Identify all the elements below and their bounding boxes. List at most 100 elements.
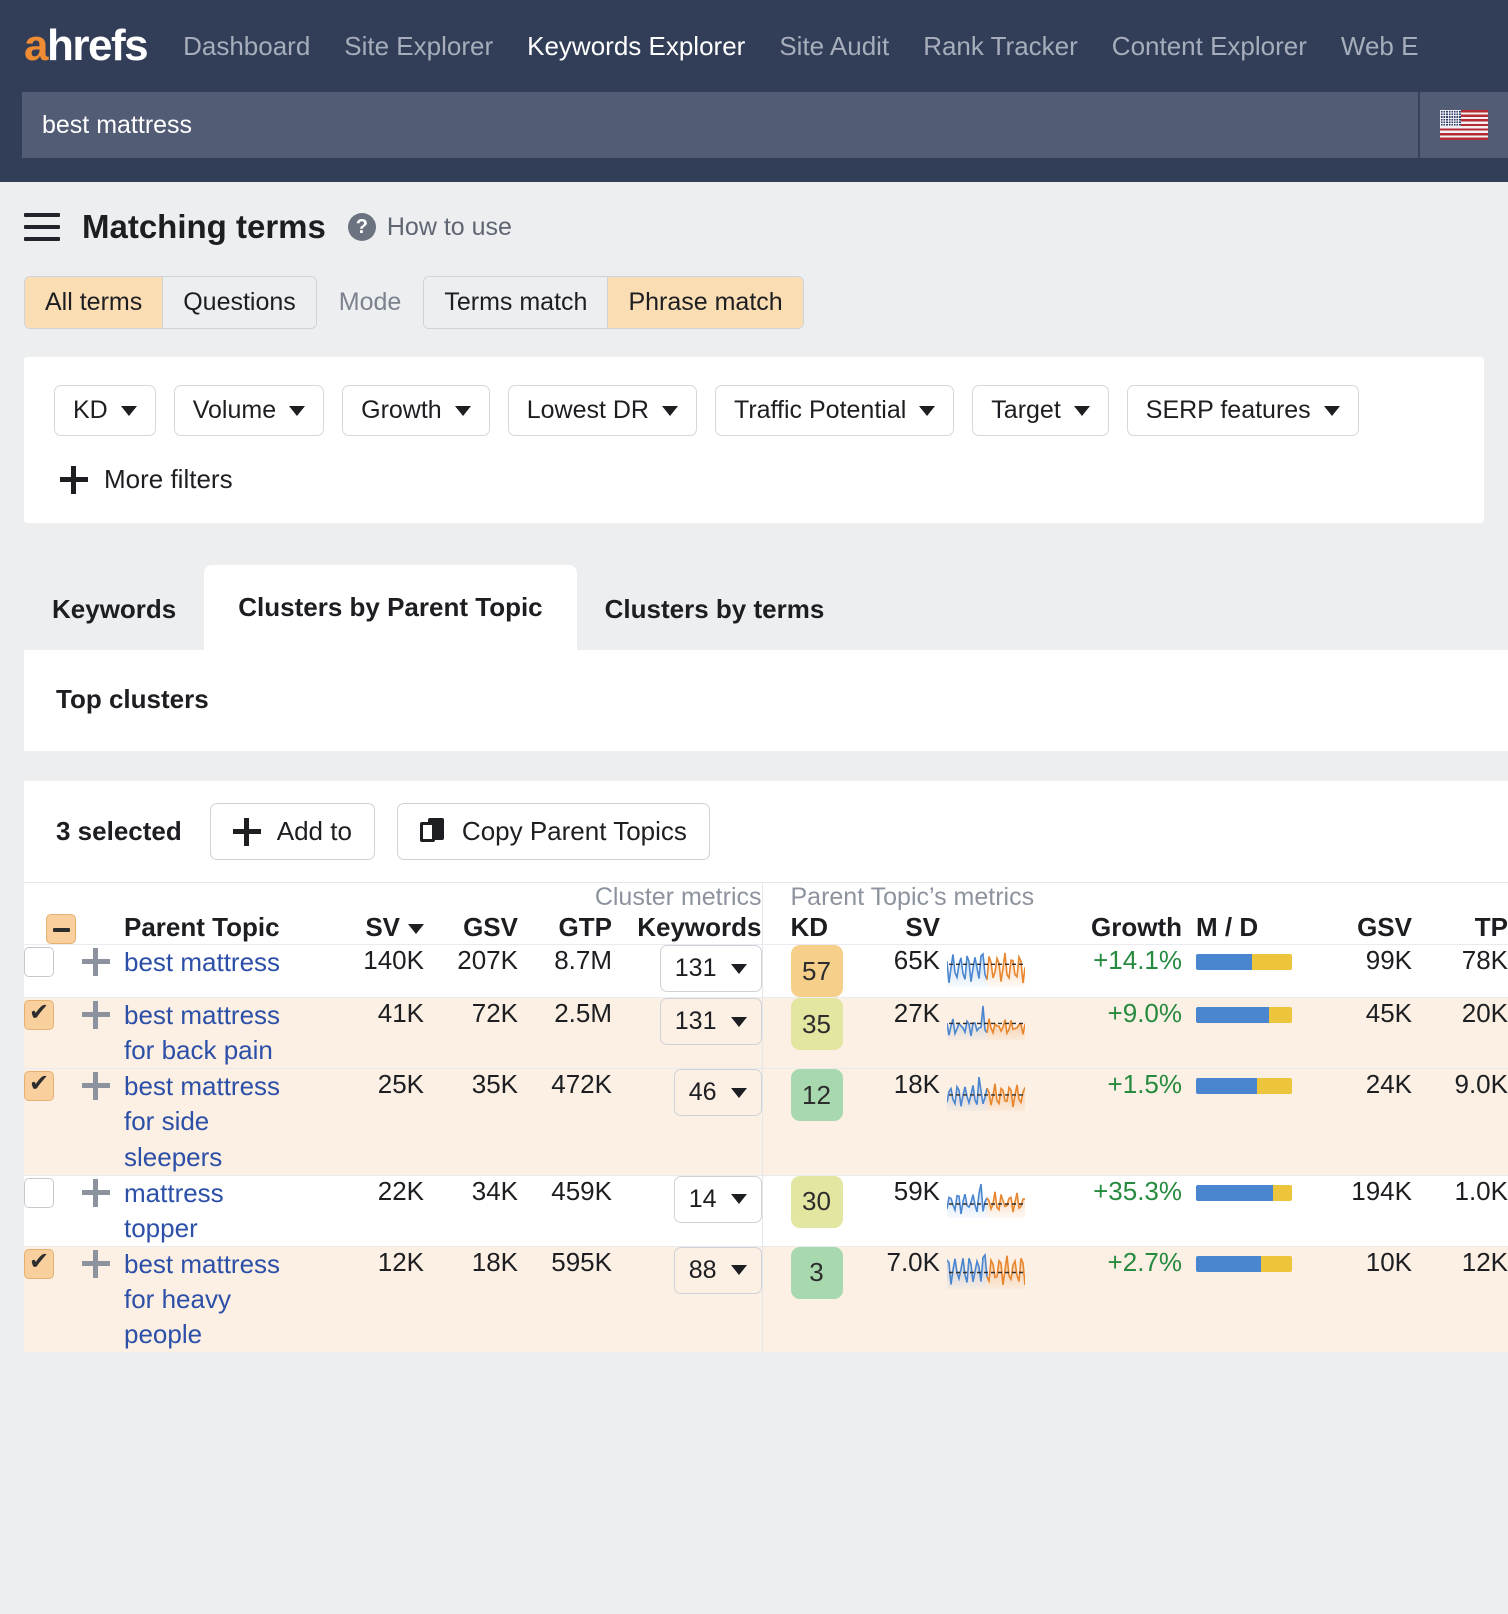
segment-phrase-match[interactable]: Phrase match [608, 277, 802, 328]
sparkline-chart [947, 998, 1025, 1040]
parent-topic-link[interactable]: best mattress for back pain [124, 998, 296, 1068]
table-row[interactable]: best mattress for heavy people12K18K595K… [24, 1246, 1508, 1352]
filter-kd[interactable]: KD [54, 385, 156, 436]
keywords-dropdown[interactable]: 131 [660, 998, 762, 1045]
group-header-row: Cluster metrics Parent Topic’s metrics [24, 883, 1508, 912]
table-row[interactable]: best mattress for side sleepers25K35K472… [24, 1069, 1508, 1175]
add-keyword-icon[interactable] [82, 1001, 110, 1029]
row-checkbox[interactable] [24, 947, 54, 977]
keywords-dropdown[interactable]: 14 [674, 1176, 762, 1223]
growth-value: +35.3% [1093, 1176, 1182, 1206]
column-kd[interactable]: KD [762, 912, 848, 945]
nav-link-keywords-explorer[interactable]: Keywords Explorer [527, 31, 745, 62]
keywords-dropdown[interactable]: 88 [674, 1247, 762, 1294]
row-sparkline-cell [940, 1246, 1032, 1352]
column-md[interactable]: M / D [1182, 912, 1302, 945]
parent-topic-link[interactable]: mattress topper [124, 1176, 296, 1246]
row-gtp: 595K [518, 1246, 612, 1352]
parent-topic-link[interactable]: best mattress [124, 945, 280, 980]
nav-link-dashboard[interactable]: Dashboard [183, 31, 310, 62]
filter-volume[interactable]: Volume [174, 385, 324, 436]
row-kd-cell: 3 [762, 1246, 848, 1352]
row-sparkline-cell [940, 1069, 1032, 1175]
row-sv: 140K [338, 945, 424, 998]
copy-parent-topics-button[interactable]: Copy Parent Topics [397, 803, 710, 860]
column-parent-sv[interactable]: SV [848, 912, 940, 945]
chevron-down-icon [731, 1194, 747, 1204]
add-keyword-icon[interactable] [82, 948, 110, 976]
table-row[interactable]: mattress topper22K34K459K143059K+35.3%19… [24, 1175, 1508, 1246]
nav-link-site-explorer[interactable]: Site Explorer [344, 31, 493, 62]
tab-clusters-by-terms[interactable]: Clusters by terms [577, 569, 853, 650]
row-gtp: 8.7M [518, 945, 612, 998]
table-row[interactable]: best mattress for back pain41K72K2.5M131… [24, 998, 1508, 1069]
chevron-down-icon [289, 406, 305, 416]
segment-terms-match[interactable]: Terms match [424, 277, 608, 328]
column-gtp[interactable]: GTP [518, 912, 612, 945]
filter-traffic-potential-label: Traffic Potential [734, 396, 906, 425]
nav-link-rank-tracker[interactable]: Rank Tracker [923, 31, 1078, 62]
hamburger-icon[interactable] [24, 213, 60, 241]
row-parent-topic-cell: mattress topper [124, 1175, 338, 1246]
growth-value: +14.1% [1093, 945, 1182, 975]
tab-keywords[interactable]: Keywords [24, 569, 204, 650]
add-keyword-icon[interactable] [82, 1179, 110, 1207]
filter-volume-label: Volume [193, 396, 276, 425]
row-sv: 12K [338, 1246, 424, 1352]
add-keyword-icon[interactable] [82, 1250, 110, 1278]
column-tp[interactable]: TP [1412, 912, 1508, 945]
column-keywords[interactable]: Keywords [612, 912, 762, 945]
row-tp: 1.0K [1412, 1175, 1508, 1246]
row-parent-sv: 59K [848, 1175, 940, 1246]
copy-parent-topics-label: Copy Parent Topics [462, 816, 687, 847]
select-all-checkbox[interactable] [46, 914, 76, 944]
filter-traffic-potential[interactable]: Traffic Potential [715, 385, 954, 436]
row-checkbox[interactable] [24, 1071, 54, 1101]
add-to-button[interactable]: Add to [210, 803, 375, 860]
row-gtp: 472K [518, 1069, 612, 1175]
tab-clusters-by-parent-topic[interactable]: Clusters by Parent Topic [204, 565, 576, 650]
row-select-cell [24, 998, 82, 1069]
row-keywords-cell: 46 [612, 1069, 762, 1175]
row-parent-gsv: 194K [1302, 1175, 1412, 1246]
row-tp: 78K [1412, 945, 1508, 998]
how-to-use-link[interactable]: ? How to use [348, 213, 512, 242]
nav-link-site-audit[interactable]: Site Audit [779, 31, 889, 62]
clusters-table-container: Cluster metrics Parent Topic’s metrics P… [24, 882, 1508, 1352]
filter-serp-features[interactable]: SERP features [1127, 385, 1359, 436]
chevron-down-icon [1074, 406, 1090, 416]
column-sv-label: SV [365, 912, 400, 942]
row-checkbox[interactable] [24, 1000, 54, 1030]
keywords-dropdown[interactable]: 131 [660, 945, 762, 992]
parent-topic-link[interactable]: best mattress for side sleepers [124, 1069, 296, 1174]
parent-topic-link[interactable]: best mattress for heavy people [124, 1247, 296, 1352]
row-kd-cell: 57 [762, 945, 848, 998]
row-parent-topic-cell: best mattress for side sleepers [124, 1069, 338, 1175]
keyword-search-input[interactable]: best mattress [22, 92, 1418, 158]
column-sv[interactable]: SV [338, 912, 424, 945]
nav-link-content-explorer[interactable]: Content Explorer [1112, 31, 1307, 62]
add-keyword-icon[interactable] [82, 1072, 110, 1100]
country-selector[interactable] [1418, 92, 1508, 158]
segment-all-terms[interactable]: All terms [25, 277, 163, 328]
filter-lowest-dr[interactable]: Lowest DR [508, 385, 697, 436]
nav-link-web-explorer[interactable]: Web E [1341, 31, 1419, 62]
segment-questions[interactable]: Questions [163, 277, 316, 328]
filter-growth[interactable]: Growth [342, 385, 490, 436]
ahrefs-logo[interactable]: ahrefs [24, 21, 147, 71]
keywords-dropdown[interactable]: 46 [674, 1069, 762, 1116]
filter-target[interactable]: Target [972, 385, 1108, 436]
column-parent-topic[interactable]: Parent Topic [124, 912, 338, 945]
column-header-row: Parent Topic SV GSV GTP Keywords KD SV G… [24, 912, 1508, 945]
clusters-table: Cluster metrics Parent Topic’s metrics P… [24, 883, 1508, 1352]
row-checkbox[interactable] [24, 1178, 54, 1208]
row-select-cell [24, 1069, 82, 1175]
more-filters-button[interactable]: More filters [54, 464, 1454, 495]
column-parent-gsv[interactable]: GSV [1302, 912, 1412, 945]
table-row[interactable]: best mattress140K207K8.7M1315765K+14.1%9… [24, 945, 1508, 998]
filters-card: KD Volume Growth Lowest DR Traffic Poten… [24, 357, 1484, 523]
row-checkbox[interactable] [24, 1249, 54, 1279]
column-growth[interactable]: Growth [1032, 912, 1182, 945]
column-gsv[interactable]: GSV [424, 912, 518, 945]
row-md-cell [1182, 1069, 1302, 1175]
